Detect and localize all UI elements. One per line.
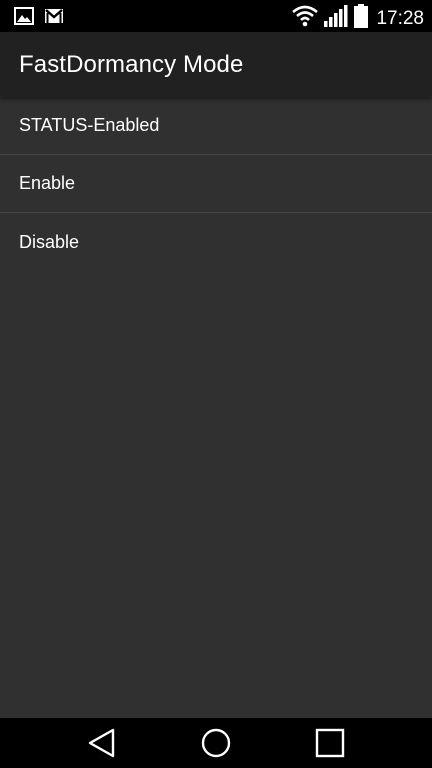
gmail-notification-icon — [44, 7, 64, 30]
wifi-icon — [292, 5, 319, 32]
back-icon — [88, 728, 115, 758]
screen: 17:28 FastDormancy Mode STATUS-Enabled E… — [0, 0, 432, 768]
signal-icon — [324, 5, 348, 32]
recents-icon — [315, 728, 345, 758]
battery-icon — [354, 4, 369, 33]
status-bar: 17:28 — [0, 0, 432, 32]
recents-button[interactable] — [313, 726, 347, 760]
image-notification-icon — [14, 7, 34, 30]
system-icons: 17:28 — [292, 4, 424, 33]
status-time: 17:28 — [376, 7, 424, 29]
notification-icons — [14, 7, 64, 30]
options-list: STATUS-Enabled Enable Disable — [0, 97, 432, 271]
list-item-label: STATUS-Enabled — [19, 115, 160, 135]
list-item-enable[interactable]: Enable — [0, 155, 432, 213]
app-bar: FastDormancy Mode — [0, 32, 432, 97]
home-icon — [201, 728, 231, 758]
back-button[interactable] — [85, 726, 119, 760]
list-item-status[interactable]: STATUS-Enabled — [0, 97, 432, 155]
list-item-label: Disable — [19, 231, 80, 252]
home-button[interactable] — [199, 726, 233, 760]
list-item-label: Enable — [19, 173, 76, 193]
list-item-disable[interactable]: Disable — [0, 213, 432, 271]
page-title: FastDormancy Mode — [19, 51, 244, 78]
navigation-bar — [0, 718, 432, 768]
